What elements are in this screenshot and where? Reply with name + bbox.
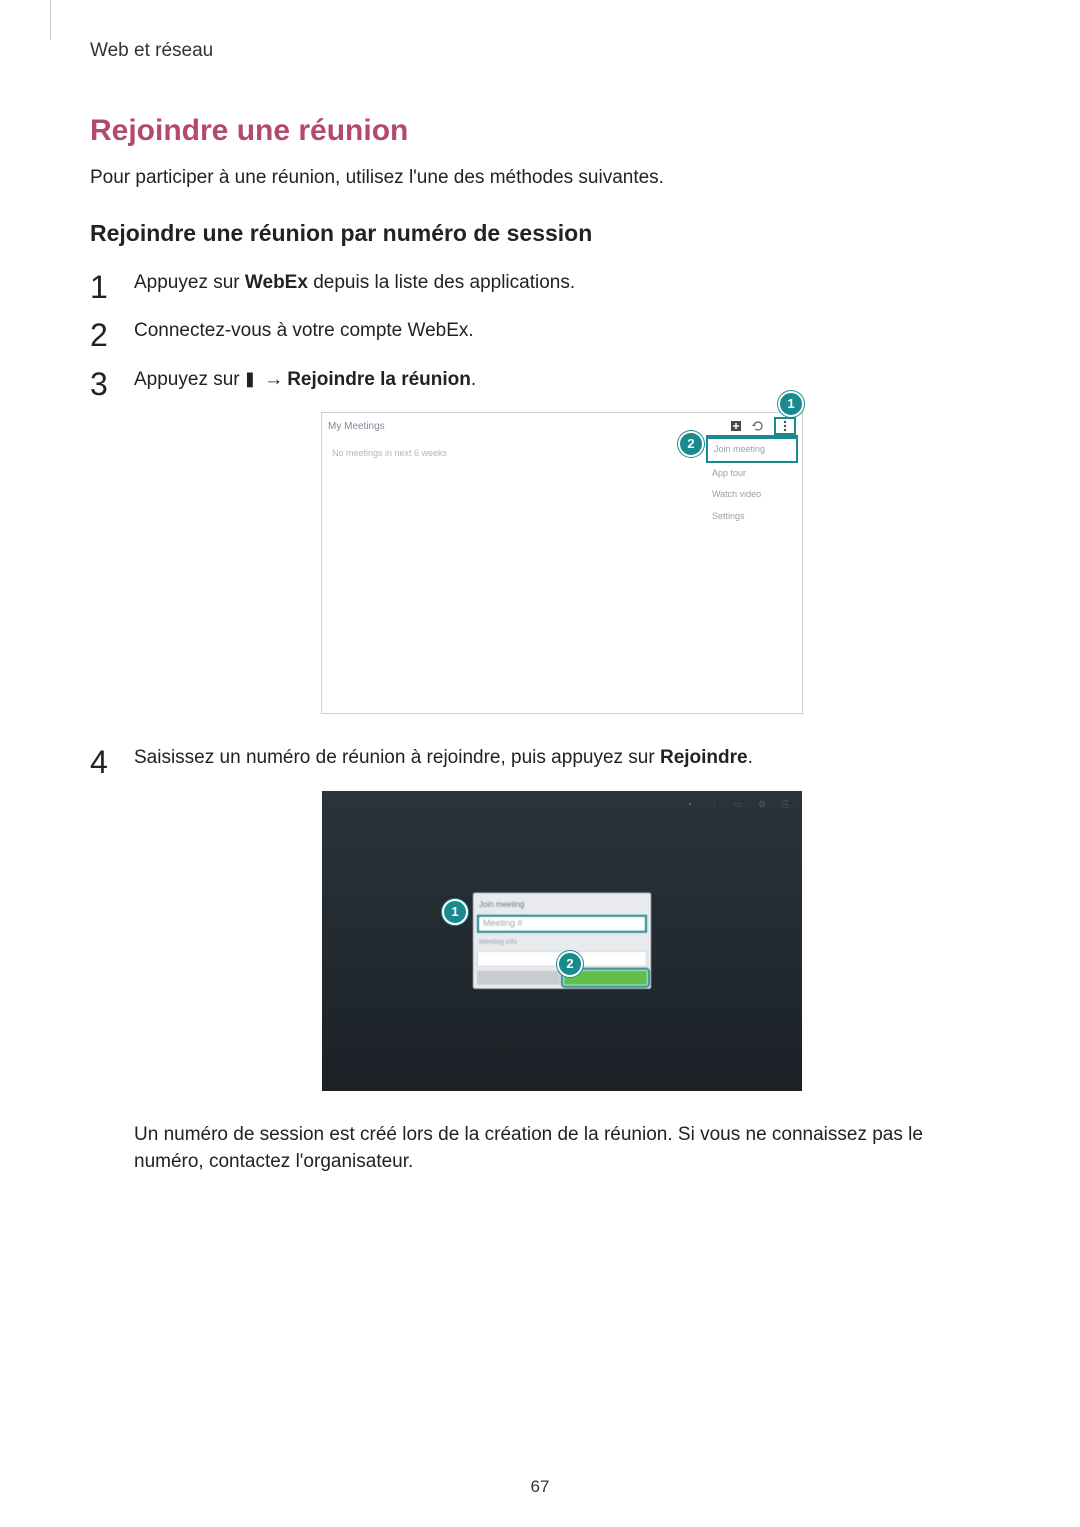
step-3-text-a: Appuyez sur [134, 369, 245, 390]
menu-item-app-tour[interactable]: App tour [706, 463, 798, 485]
step-1-text-b: depuis la liste des applications. [308, 272, 575, 293]
step-1-app-name: WebEx [245, 272, 308, 293]
page-number: 67 [0, 1477, 1080, 1497]
callout-2: 2 [678, 431, 704, 457]
refresh-icon[interactable] [752, 420, 764, 432]
menu-item-watch-video[interactable]: Watch video [706, 484, 798, 506]
step-2: Connectez-vous à votre compte WebEx. [90, 317, 990, 346]
meeting-number-input[interactable]: Meeting # [477, 914, 647, 932]
screenshot-2: ▪ ⋮ ▭ ⚙ ⎘ Join meeting Meeting # Meeting… [322, 791, 802, 1091]
cancel-button[interactable] [477, 971, 560, 985]
step-1-text-a: Appuyez sur [134, 272, 245, 293]
intro-paragraph: Pour participer à une réunion, utilisez … [90, 164, 990, 192]
callout-2: 2 [557, 951, 583, 977]
screenshot-1: 1 My Meetings [321, 412, 803, 714]
menu-item-join-meeting[interactable]: Join meeting [706, 437, 798, 463]
callout-1: 1 [778, 391, 804, 417]
screenshot-2-topbar: ▪ ⋮ ▭ ⚙ ⎘ [684, 799, 792, 811]
video-icon[interactable]: ▪ [684, 799, 696, 811]
join-dialog-helper: Meeting info [477, 936, 647, 950]
exit-icon[interactable]: ⎘ [780, 799, 792, 811]
callout-1: 1 [442, 899, 468, 925]
overflow-menu-icon[interactable] [774, 417, 796, 435]
step-4: Saisissez un numéro de réunion à rejoind… [90, 744, 990, 1176]
page: Web et réseau Rejoindre une réunion Pour… [0, 0, 1080, 1527]
screenshot-1-wrap: 1 My Meetings [134, 412, 990, 714]
step-4-note: Un numéro de session est créé lors de la… [134, 1121, 990, 1176]
screenshot-2-wrap: ▪ ⋮ ▭ ⚙ ⎘ Join meeting Meeting # Meeting… [134, 791, 990, 1091]
participants-icon[interactable]: ▭ [732, 799, 744, 811]
step-3-text-b: . [471, 369, 476, 390]
screenshot-1-actions [730, 417, 796, 435]
settings-icon[interactable]: ⚙ [756, 799, 768, 811]
join-dialog-title: Join meeting [477, 896, 647, 914]
steps-list: Appuyez sur WebEx depuis la liste des ap… [90, 269, 990, 1176]
add-icon[interactable] [730, 420, 742, 432]
breadcrumb: Web et réseau [90, 40, 990, 62]
menu-item-settings[interactable]: Settings [706, 506, 798, 528]
mic-icon[interactable]: ⋮ [708, 799, 720, 811]
screenshot-1-title: My Meetings [328, 419, 385, 434]
arrow-icon: → [260, 369, 287, 390]
step-3: Appuyez sur ■■■ →Rejoindre la réunion. 1… [90, 366, 990, 715]
kebab-icon: ■■■ [245, 373, 255, 386]
overflow-menu: Join meeting App tour Watch video Settin… [706, 435, 798, 527]
section-title: Rejoindre une réunion [90, 114, 990, 148]
step-4-text-a: Saisissez un numéro de réunion à rejoind… [134, 747, 660, 768]
step-4-button-name: Rejoindre [660, 747, 748, 768]
step-3-menu-item: Rejoindre la réunion [287, 369, 471, 390]
step-1: Appuyez sur WebEx depuis la liste des ap… [90, 269, 990, 298]
step-4-text-b: . [748, 747, 753, 768]
subsection-title: Rejoindre une réunion par numéro de sess… [90, 220, 990, 247]
side-rule [50, 0, 51, 40]
